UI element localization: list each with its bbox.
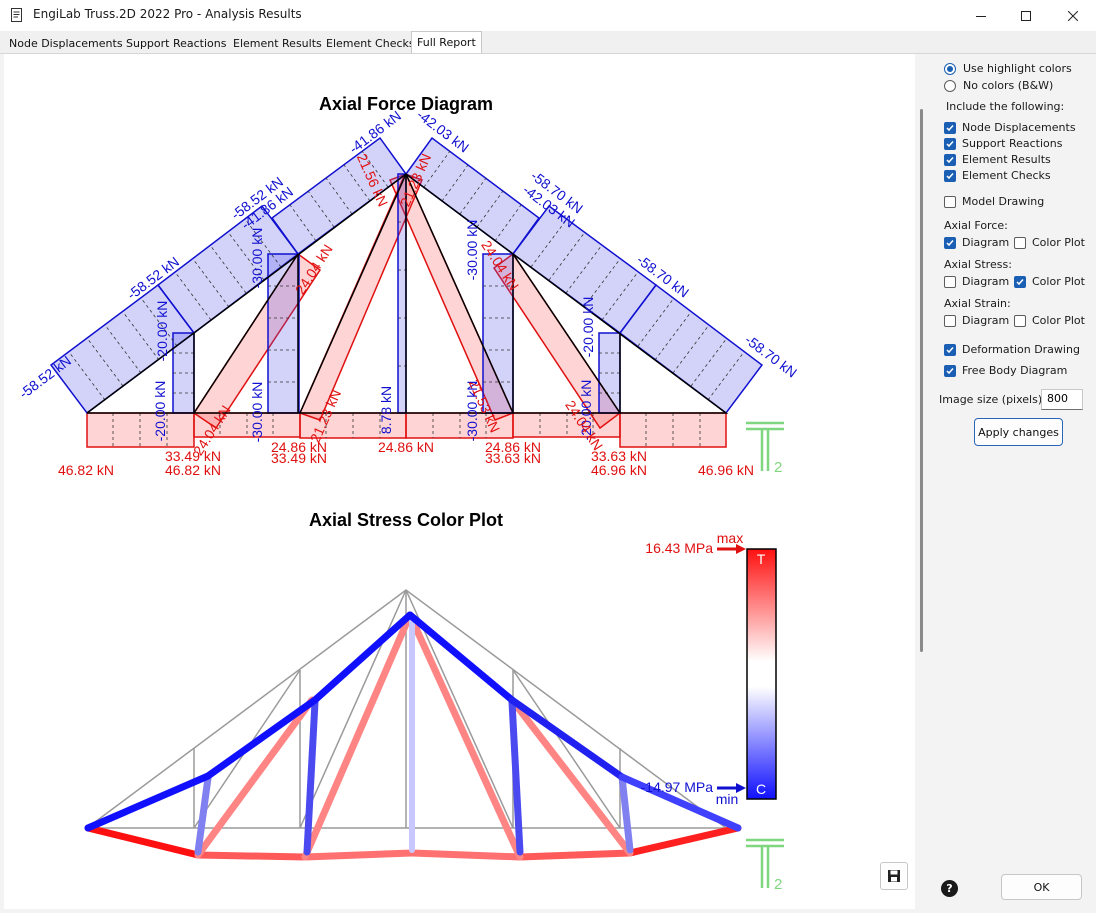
ok-button[interactable]: OK: [1001, 874, 1082, 900]
checkbox-label: Color Plot: [1032, 314, 1085, 327]
app-icon: [11, 8, 22, 22]
force-label: -20.00 kN: [152, 381, 168, 442]
diagram1-title: Axial Force Diagram: [319, 94, 493, 114]
force-label: 24.86 kN: [378, 439, 434, 455]
report-drawing: Axial Force Diagram -58.52 kN -58.52 kN …: [16, 94, 800, 893]
title-bar: EngiLab Truss.2D 2022 Pro - Analysis Res…: [0, 0, 1096, 31]
force-label: -20.00 kN: [580, 297, 596, 358]
checkbox-label: Free Body Diagram: [962, 364, 1068, 377]
options-panel: Use highlight colors No colors (B&W) Inc…: [930, 54, 1096, 913]
window-title: EngiLab Truss.2D 2022 Pro - Analysis Res…: [33, 7, 302, 21]
scrollbar-thumb[interactable]: [920, 109, 923, 652]
checkbox-label: Element Results: [962, 153, 1051, 166]
axial-strain-label: Axial Strain:: [944, 297, 1011, 310]
close-icon: [1068, 10, 1078, 21]
bottom-chord-bar-6: [619, 412, 727, 448]
checkbox-label: Element Checks: [962, 169, 1051, 182]
axial-force-colorplot-checkbox[interactable]: Color Plot: [1014, 236, 1085, 249]
minimize-button[interactable]: [958, 0, 1004, 31]
vertical-bar-5: [598, 332, 621, 414]
element-checks-checkbox[interactable]: Element Checks: [944, 169, 1051, 182]
checkbox-label: Color Plot: [1032, 236, 1085, 249]
force-label: 46.96 kN: [591, 462, 647, 478]
section-profile-label: 2: [774, 459, 782, 476]
stress-color-scale: [746, 548, 777, 800]
tab-support-reactions[interactable]: Support Reactions: [120, 33, 233, 52]
image-size-label: Image size (pixels):: [939, 393, 1046, 406]
axial-force-label: Axial Force:: [944, 219, 1008, 232]
compression-marker: C: [756, 781, 766, 797]
force-label: -30.00 kN: [249, 382, 265, 443]
radio-label: Use highlight colors: [963, 62, 1072, 75]
include-label: Include the following:: [946, 100, 1065, 113]
force-label: -30.00 kN: [249, 228, 265, 289]
axial-strain-diagram-checkbox[interactable]: Diagram: [944, 314, 1009, 327]
bottom-chord-bar-1: [86, 412, 195, 448]
close-button[interactable]: [1050, 0, 1096, 31]
save-image-button[interactable]: [880, 862, 908, 890]
checkbox-label: Diagram: [962, 275, 1010, 288]
checkbox-label: Deformation Drawing: [962, 343, 1080, 356]
checkbox-label: Diagram: [962, 314, 1010, 327]
axial-stress-diagram-checkbox[interactable]: Diagram: [944, 275, 1009, 288]
free-body-diagram-checkbox[interactable]: Free Body Diagram: [944, 364, 1067, 377]
tab-element-results[interactable]: Element Results: [227, 33, 328, 52]
stress-members: [84, 611, 742, 861]
checkbox-label: Model Drawing: [962, 195, 1045, 208]
image-size-input[interactable]: 800: [1041, 389, 1083, 410]
force-label: 46.82 kN: [58, 462, 114, 478]
deformation-drawing-checkbox[interactable]: Deformation Drawing: [944, 343, 1080, 356]
save-icon: [888, 870, 900, 882]
checkbox-label: Color Plot: [1032, 275, 1085, 288]
maximize-icon: [1021, 10, 1031, 21]
node-displacements-checkbox[interactable]: Node Displacements: [944, 121, 1076, 134]
radio-label: No colors (B&W): [963, 79, 1054, 92]
max-label: max: [717, 530, 743, 546]
use-highlight-radio[interactable]: Use highlight colors: [944, 62, 1072, 75]
vertical-scrollbar[interactable]: [917, 54, 927, 909]
section-profile-label-2: 2: [774, 876, 782, 893]
axial-force-diagram-checkbox[interactable]: Diagram: [944, 236, 1009, 249]
max-value: 16.43 MPa: [645, 540, 713, 556]
tension-marker: T: [757, 551, 766, 567]
force-label: -20.00 kN: [154, 301, 170, 362]
model-drawing-checkbox[interactable]: Model Drawing: [944, 195, 1044, 208]
axial-stress-colorplot-checkbox[interactable]: Color Plot: [1014, 275, 1085, 288]
report-canvas: Axial Force Diagram -58.52 kN -58.52 kN …: [4, 54, 915, 909]
support-reactions-checkbox[interactable]: Support Reactions: [944, 137, 1063, 150]
vertical-bar-center: [397, 173, 407, 414]
min-value: -14.97 MPa: [641, 779, 714, 795]
vertical-bar-2: [267, 253, 300, 414]
force-label: 8.78 kN: [378, 386, 394, 434]
force-label: 33.49 kN: [271, 450, 327, 466]
force-label: 46.96 kN: [698, 462, 754, 478]
element-results-checkbox[interactable]: Element Results: [944, 153, 1051, 166]
tab-full-report[interactable]: Full Report: [411, 31, 482, 53]
axial-strain-colorplot-checkbox[interactable]: Color Plot: [1014, 314, 1085, 327]
checkbox-label: Support Reactions: [962, 137, 1063, 150]
apply-changes-button[interactable]: Apply changes: [974, 418, 1063, 446]
help-icon[interactable]: ?: [941, 880, 958, 897]
axial-stress-label: Axial Stress:: [944, 258, 1012, 271]
checkbox-label: Diagram: [962, 236, 1010, 249]
diagram2-title: Axial Stress Color Plot: [309, 510, 503, 530]
tab-element-checks[interactable]: Element Checks: [320, 33, 421, 52]
force-label: 33.63 kN: [485, 450, 541, 466]
tab-bar: Node Displacements Support Reactions Ele…: [0, 31, 1096, 54]
minimize-icon: [976, 15, 986, 17]
checkbox-label: Node Displacements: [962, 121, 1076, 134]
force-label: -30.00 kN: [464, 220, 480, 281]
force-label: 46.82 kN: [165, 462, 221, 478]
maximize-button[interactable]: [1003, 0, 1049, 31]
no-colors-radio[interactable]: No colors (B&W): [944, 79, 1053, 92]
min-label: min: [716, 791, 739, 807]
tab-node-displacements[interactable]: Node Displacements: [3, 33, 129, 52]
